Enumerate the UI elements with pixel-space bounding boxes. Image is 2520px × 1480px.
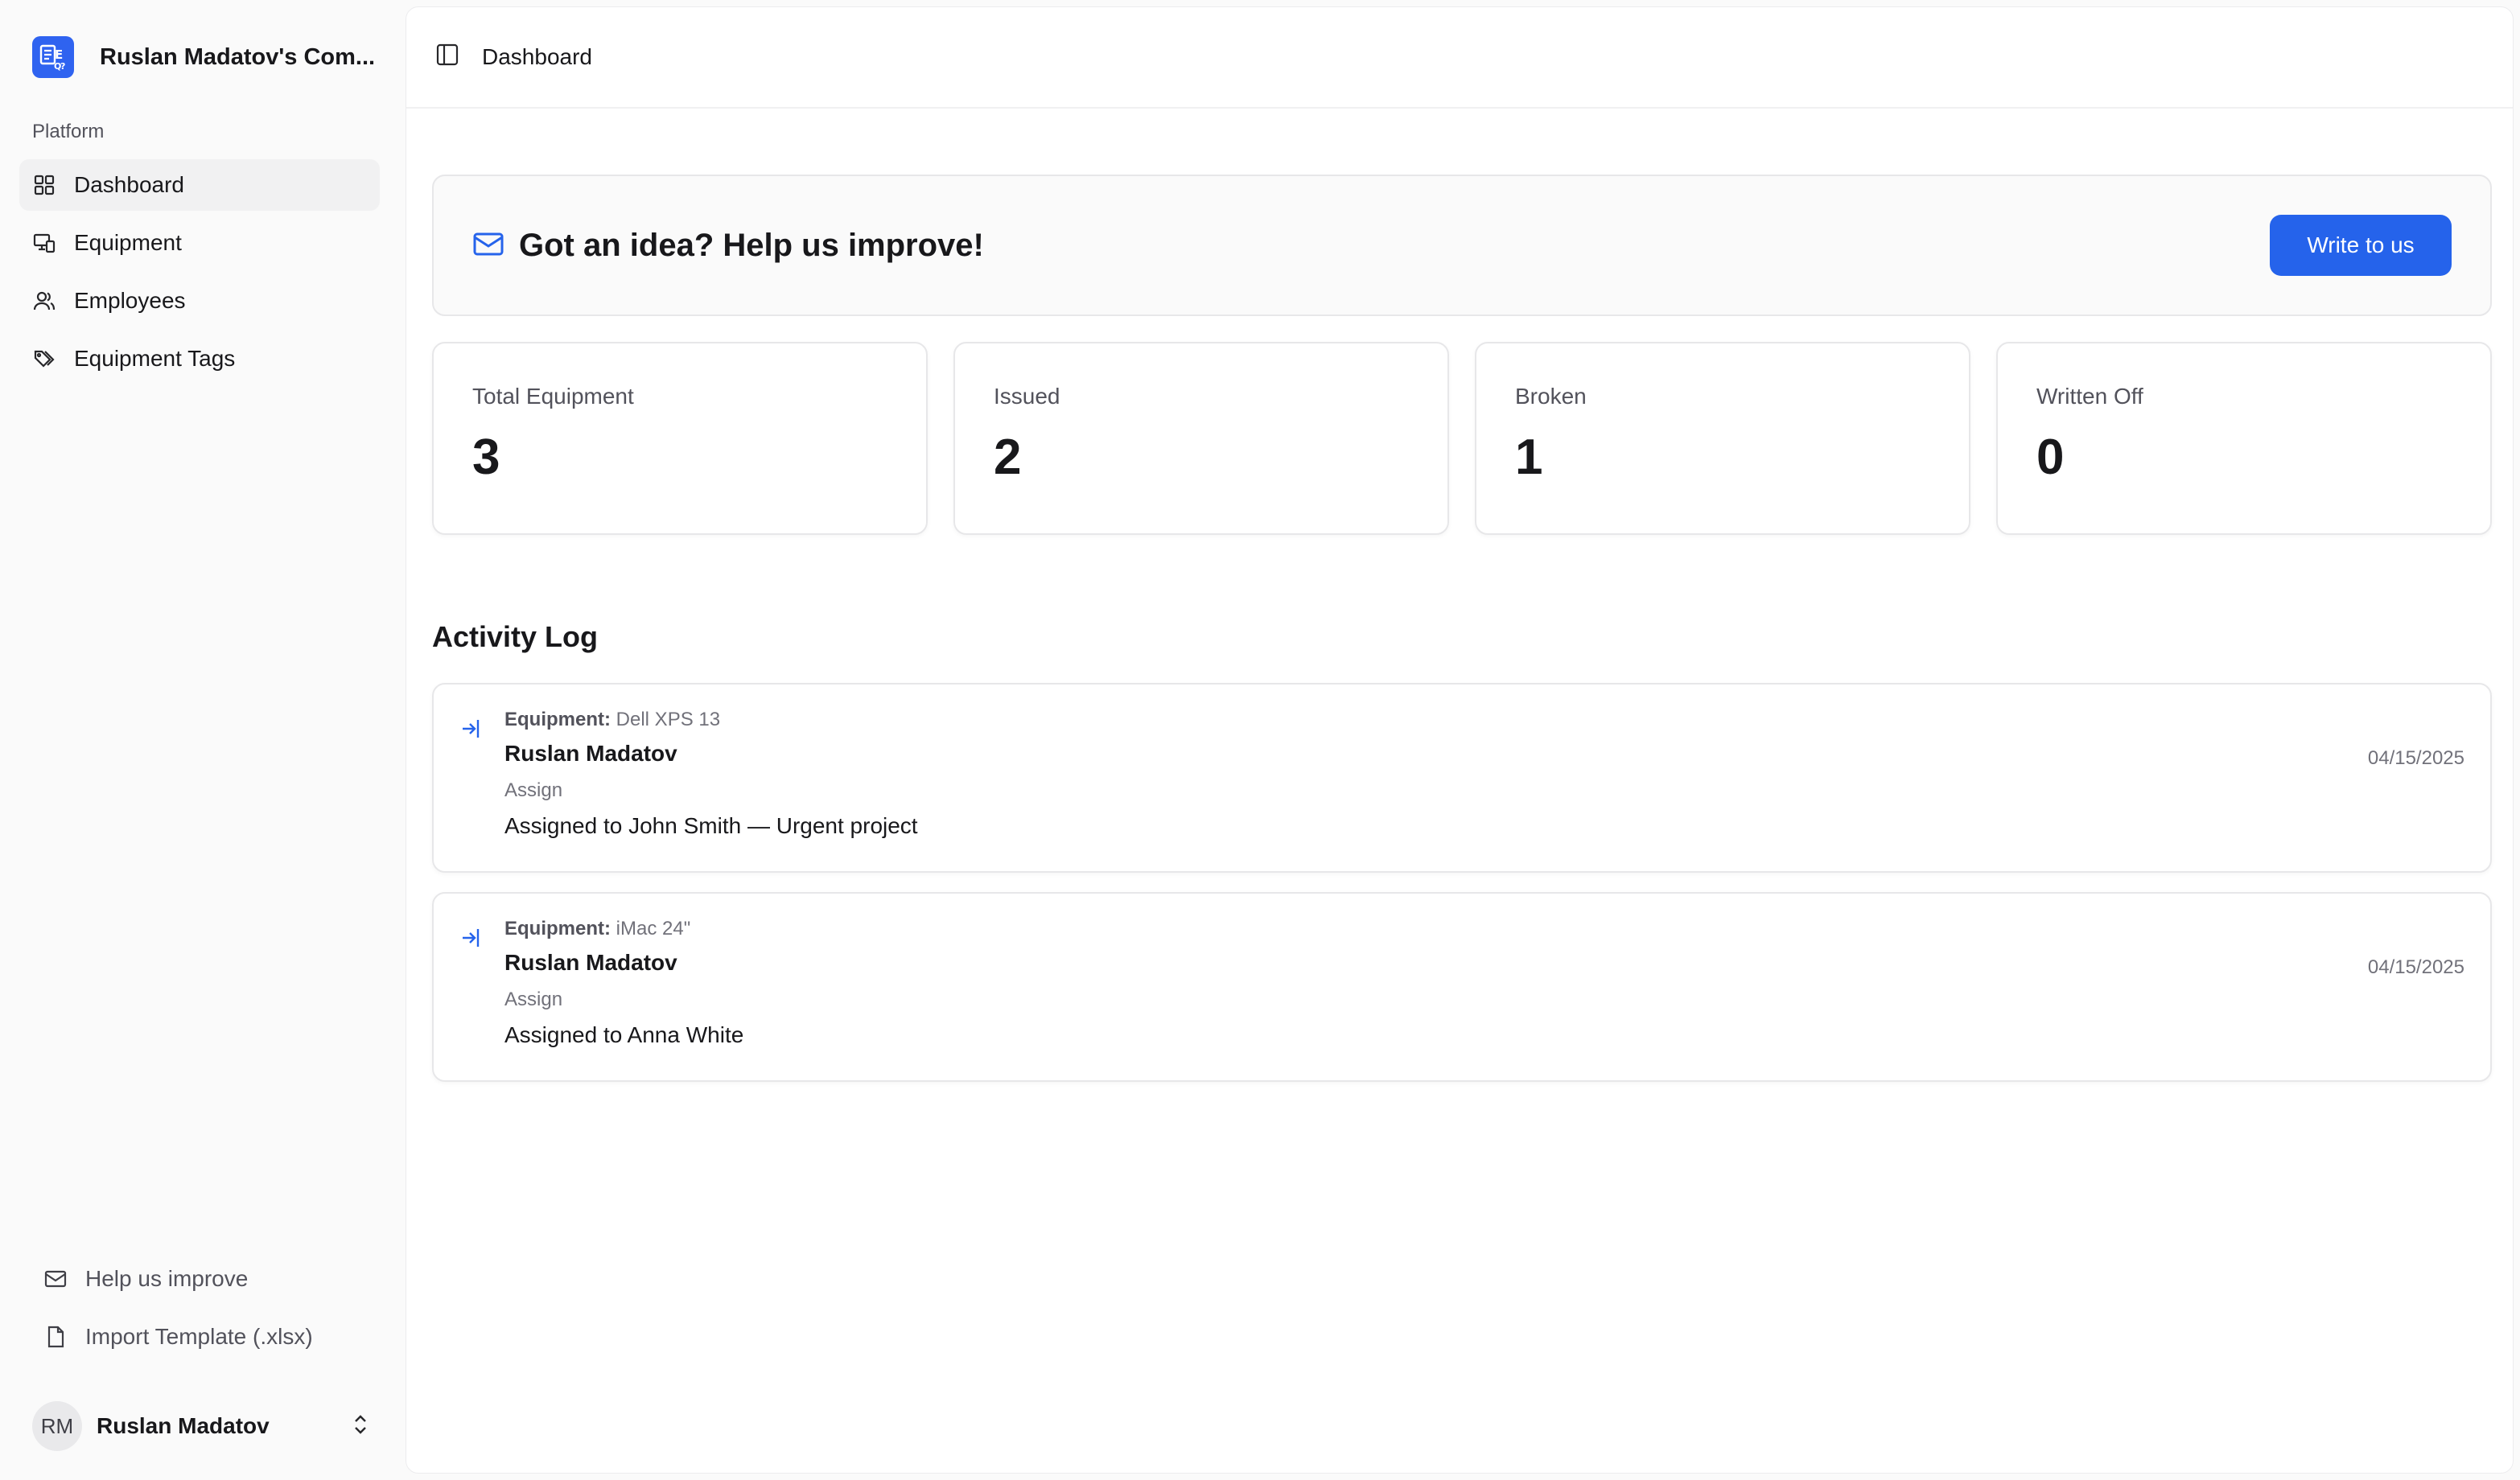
svg-text:?: ?	[60, 61, 65, 72]
sidebar-nav: Dashboard Equipment Employees Equipment …	[19, 159, 380, 391]
sidebar-item-dashboard[interactable]: Dashboard	[19, 159, 380, 211]
log-action: Assign	[504, 989, 563, 1010]
company-switcher[interactable]: E Q ? Ruslan Madatov's Com...	[32, 32, 386, 82]
stat-value: 1	[1515, 430, 1543, 485]
sidebar: E Q ? Ruslan Madatov's Com... Platform D…	[0, 0, 402, 1480]
stat-value: 2	[994, 430, 1022, 485]
sidebar-toggle-icon[interactable]	[435, 43, 459, 72]
stat-card-total-equipment: Total Equipment 3	[432, 342, 928, 535]
dashboard-icon	[32, 173, 56, 197]
help-us-improve-label: Help us improve	[85, 1266, 249, 1291]
log-action: Assign	[504, 779, 563, 801]
activity-log-entry: Equipment: Dell XPS 13 Ruslan Madatov As…	[432, 683, 2492, 873]
feedback-banner: Got an idea? Help us improve! Write to u…	[432, 175, 2492, 316]
log-equipment-name: Dell XPS 13	[616, 709, 721, 730]
log-equipment-prefix: Equipment:	[504, 918, 611, 939]
log-equipment-name: iMac 24"	[616, 918, 691, 939]
sidebar-item-label: Employees	[74, 288, 186, 313]
stat-value: 0	[2036, 430, 2065, 485]
log-date: 04/15/2025	[2367, 956, 2464, 978]
write-to-us-button[interactable]: Write to us	[2270, 215, 2452, 276]
log-date: 04/15/2025	[2367, 747, 2464, 769]
log-description: Assigned to John Smith — Urgent project	[504, 813, 918, 838]
activity-log-list: Equipment: Dell XPS 13 Ruslan Madatov As…	[432, 683, 2492, 1101]
activity-log-title: Activity Log	[432, 620, 599, 653]
sidebar-item-label: Dashboard	[74, 172, 184, 197]
import-template-link[interactable]: Import Template (.xlsx)	[32, 1311, 386, 1363]
user-menu[interactable]: RM Ruslan Madatov	[32, 1401, 370, 1451]
stat-card-written-off: Written Off 0	[1996, 342, 2492, 535]
stats-row: Total Equipment 3 Issued 2 Broken 1 Writ…	[432, 342, 2492, 535]
stat-label: Total Equipment	[472, 384, 634, 409]
log-description: Assigned to Anna White	[504, 1022, 744, 1047]
activity-log-entry: Equipment: iMac 24" Ruslan Madatov Assig…	[432, 892, 2492, 1082]
log-user: Ruslan Madatov	[504, 950, 677, 975]
log-equipment: Equipment: Dell XPS 13	[504, 709, 918, 731]
sidebar-footer-links: Help us improve Import Template (.xlsx)	[32, 1253, 386, 1369]
equipment-icon	[32, 231, 56, 255]
mail-icon	[43, 1267, 68, 1291]
assign-icon	[459, 717, 484, 745]
import-template-label: Import Template (.xlsx)	[85, 1324, 313, 1349]
help-us-improve-link[interactable]: Help us improve	[32, 1253, 386, 1305]
mail-icon	[472, 228, 504, 264]
log-equipment: Equipment: iMac 24"	[504, 918, 743, 940]
company-logo-icon: E Q ?	[32, 36, 74, 78]
sidebar-item-equipment-tags[interactable]: Equipment Tags	[19, 333, 380, 384]
file-icon	[43, 1325, 68, 1349]
sidebar-item-label: Equipment	[74, 230, 182, 255]
assign-icon	[459, 926, 484, 954]
stat-card-broken: Broken 1	[1475, 342, 1970, 535]
banner-title: Got an idea? Help us improve!	[519, 227, 984, 263]
log-equipment-prefix: Equipment:	[504, 709, 611, 730]
stat-label: Broken	[1515, 384, 1587, 409]
stat-value: 3	[472, 430, 500, 485]
tags-icon	[32, 347, 56, 371]
sidebar-item-equipment[interactable]: Equipment	[19, 217, 380, 269]
users-icon	[32, 289, 56, 313]
stat-card-issued: Issued 2	[953, 342, 1449, 535]
user-name: Ruslan Madatov	[97, 1413, 270, 1438]
avatar: RM	[32, 1401, 82, 1451]
company-name: Ruslan Madatov's Com...	[100, 43, 376, 70]
topbar: Dashboard	[406, 7, 2513, 109]
log-user: Ruslan Madatov	[504, 741, 677, 766]
main-content: Dashboard Got an idea? Help us improve! …	[406, 6, 2514, 1474]
page-title: Dashboard	[482, 44, 592, 69]
chevrons-up-down-icon	[351, 1413, 370, 1440]
svg-text:E: E	[55, 47, 63, 62]
sidebar-item-label: Equipment Tags	[74, 346, 236, 371]
section-label-platform: Platform	[32, 121, 105, 142]
stat-label: Written Off	[2036, 384, 2143, 409]
sidebar-item-employees[interactable]: Employees	[19, 275, 380, 327]
stat-label: Issued	[994, 384, 1060, 409]
